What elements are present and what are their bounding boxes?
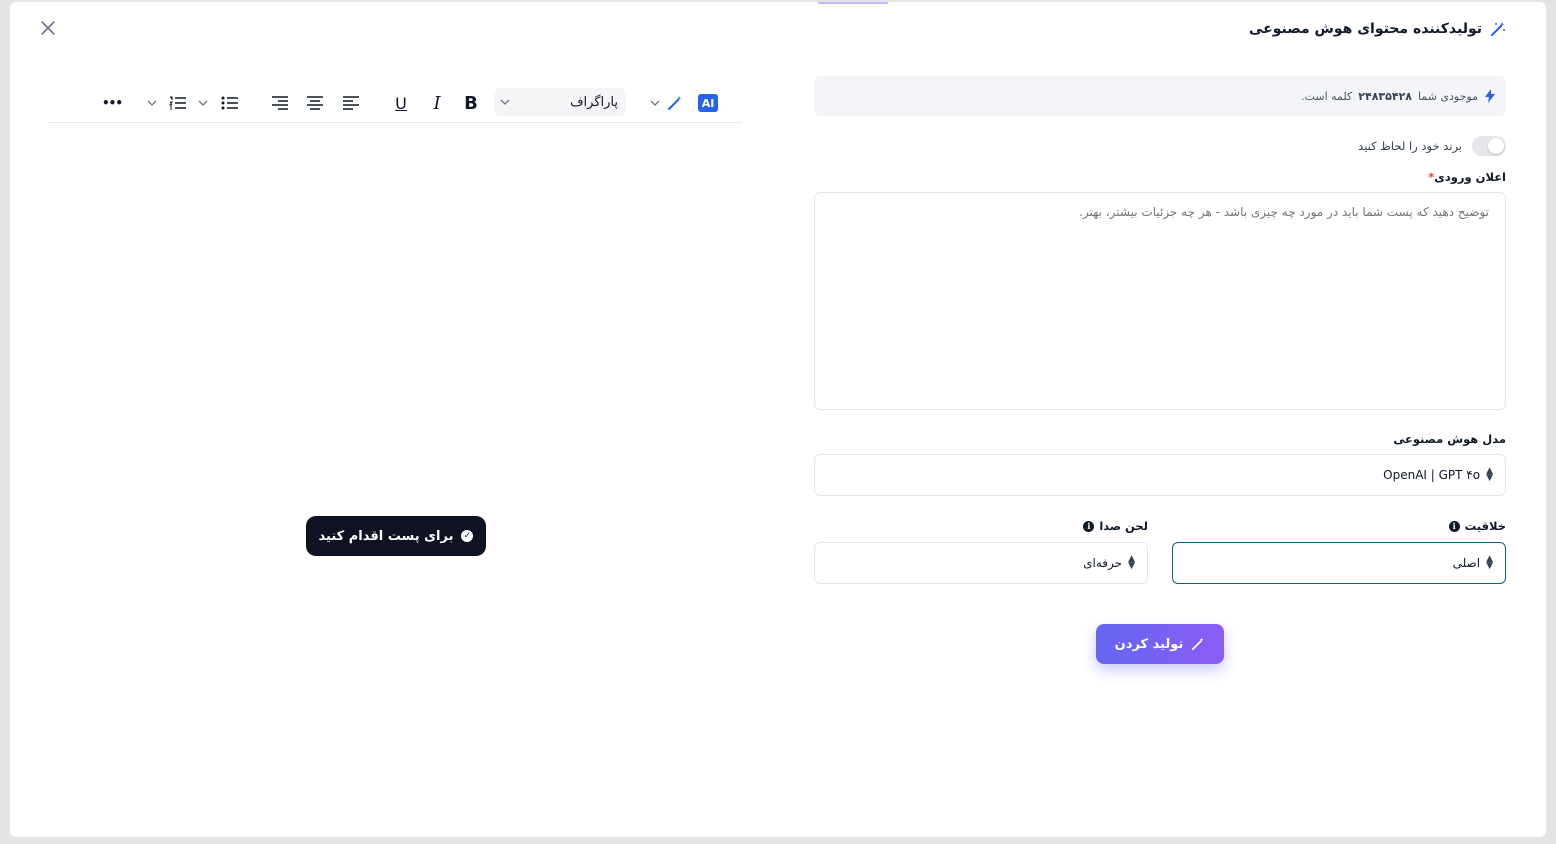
prompt-textarea[interactable] [814,192,1506,410]
paragraph-style-value: پاراگراف [570,94,618,110]
modal-header: تولیدکننده محتوای هوش مصنوعی [1249,18,1506,40]
check-circle-icon: ✓ [461,530,474,542]
ai-badge-label: AI [701,96,715,110]
numbered-list-button[interactable] [167,92,189,114]
align-center-button[interactable] [304,92,326,114]
more-options-button[interactable]: ••• [100,92,124,114]
brand-toggle-row: برند خود را لحاظ کنید [814,135,1506,157]
model-label: مدل هوش مصنوعی [814,432,1506,446]
tone-label: لحن صدا i [814,519,1148,533]
chevron-down-icon [650,100,660,106]
numbered-list-icon [169,96,186,110]
underline-button[interactable]: U [390,92,412,114]
sort-arrows-icon: ▲ ▼ [1486,554,1493,571]
generate-label: تولید کردن [1114,636,1184,652]
creativity-select[interactable]: ▲ ▼ اصلی [1172,542,1506,584]
align-left-icon [343,96,359,110]
creativity-label-text: خلاقیت [1464,519,1506,533]
balance-bar: موجودی شما ۲۴۸۳۵۴۲۸ کلمه است. [814,76,1506,116]
magic-menu-dropdown[interactable] [648,92,662,114]
sort-arrows-icon: ▲ ▼ [1486,466,1493,483]
magic-wand-icon [668,96,682,110]
magic-wand-button[interactable] [665,92,685,114]
tone-select[interactable]: ▲ ▼ حرفه‌ای [814,542,1148,584]
align-right-button[interactable] [269,92,291,114]
info-icon[interactable]: i [1448,520,1460,532]
creativity-label: خلاقیت i [1172,519,1506,533]
modal-title: تولیدکننده محتوای هوش مصنوعی [1248,21,1482,37]
model-select[interactable]: ▲ ▼ OpenAI | GPT ۴o [814,454,1506,496]
bold-button[interactable]: B [460,92,482,114]
ai-assistant-button[interactable]: AI [698,94,718,112]
chevron-down-icon [500,99,510,105]
toggle-knob [1488,138,1504,154]
brand-toggle[interactable] [1472,136,1506,156]
align-center-icon [307,96,323,110]
italic-button[interactable]: I [426,92,448,114]
act-on-post-button[interactable]: ✓ برای پست اقدام کنید [306,516,486,556]
generate-button[interactable]: تولید کردن [1096,624,1224,664]
close-button[interactable] [38,18,58,38]
more-icon: ••• [101,96,123,110]
editor-toolbar: AI پاراگراف B I U ••• [48,86,742,123]
align-right-icon [272,96,288,110]
modal: تولیدکننده محتوای هوش مصنوعی AI پاراگراف… [10,2,1546,837]
chevron-down-icon [198,100,208,106]
magic-wand-icon [1192,637,1204,651]
tone-label-text: لحن صدا [1099,519,1148,533]
sort-arrows-icon: ▲ ▼ [1128,554,1135,571]
bullet-list-dropdown[interactable] [196,92,210,114]
balance-amount: ۲۴۸۳۵۴۲۸ [1358,89,1412,103]
italic-icon: I [433,92,441,114]
balance-suffix: کلمه است. [1301,89,1353,103]
lightning-icon [1485,89,1495,103]
chevron-down-icon [147,100,157,106]
prompt-label-text: اعلان ورودی [1434,170,1506,184]
align-left-button[interactable] [340,92,362,114]
act-on-post-label: برای پست اقدام کنید [318,528,454,544]
numbered-list-dropdown[interactable] [145,92,159,114]
balance-prefix: موجودی شما [1418,89,1478,103]
bullet-list-button[interactable] [219,92,241,114]
prompt-label: اعلان ورودی* [814,170,1506,184]
info-icon[interactable]: i [1083,520,1095,532]
underline-icon: U [395,93,407,113]
creativity-value: اصلی [1452,556,1481,570]
magic-wand-icon [1491,22,1505,36]
close-icon [41,21,55,35]
brand-toggle-label: برند خود را لحاظ کنید [1358,139,1462,153]
paragraph-style-select[interactable]: پاراگراف [494,88,626,116]
tone-value: حرفه‌ای [1083,556,1123,570]
bullet-list-icon [221,96,238,110]
model-value: OpenAI | GPT ۴o [1383,468,1481,482]
model-label-text: مدل هوش مصنوعی [1393,432,1506,446]
top-accent [818,2,888,4]
bold-icon: B [464,92,478,114]
